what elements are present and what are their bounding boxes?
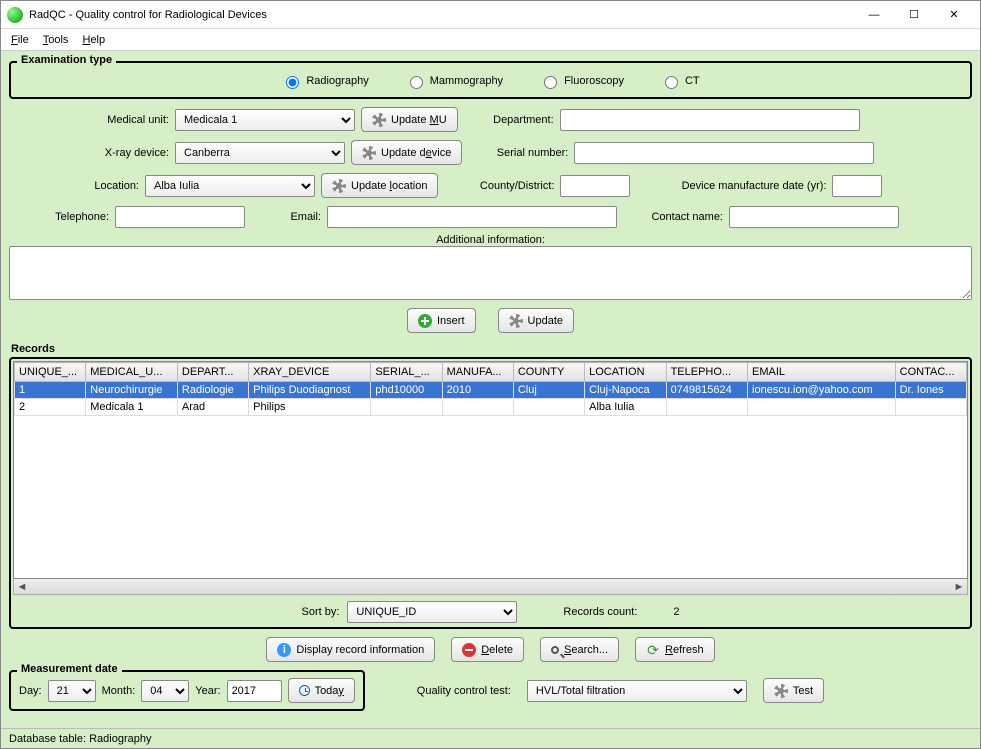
exam-type-legend: Examination type [17,54,116,66]
menu-help[interactable]: Help [82,34,105,46]
medical-unit-select[interactable]: Medicala 1 [175,109,355,131]
plus-icon [418,314,432,328]
serial-number-label: Serial number: [468,147,568,159]
clock-icon [299,685,310,696]
grid-header[interactable]: MEDICAL_U... [86,363,178,382]
xray-device-label: X-ray device: [9,147,169,159]
day-select[interactable]: 21 [48,680,96,702]
department-input[interactable] [560,109,860,131]
radio-mammography[interactable]: Mammography [405,73,503,89]
additional-info-textarea[interactable] [9,246,972,300]
county-label: County/District: [444,180,554,192]
update-location-button[interactable]: Update location [321,173,438,198]
menu-file[interactable]: File [11,34,29,46]
contact-name-input[interactable] [729,206,899,228]
measurement-date-fieldset: Measurement date Day: 21 Month: 04 Year:… [9,670,365,711]
serial-number-input[interactable] [574,142,874,164]
grid-header[interactable]: DEPART... [177,363,248,382]
county-input[interactable] [560,175,630,197]
additional-info-label: Additional information: [9,234,972,246]
manuf-date-label: Device manufacture date (yr): [636,180,826,192]
grid-header[interactable]: UNIQUE_... [15,363,86,382]
grid-header[interactable]: COUNTY [513,363,584,382]
radio-ct[interactable]: CT [660,73,700,89]
menu-tools[interactable]: Tools [43,34,69,46]
grid-header[interactable]: EMAIL [748,363,896,382]
qc-test-label: Quality control test: [381,685,511,697]
display-record-info-button[interactable]: iDisplay record information [266,637,435,662]
update-device-button[interactable]: Update device [351,140,462,165]
grid-header[interactable]: LOCATION [585,363,666,382]
day-label: Day: [19,685,42,697]
gear-icon [509,314,523,328]
manuf-date-input[interactable] [832,175,882,197]
test-button[interactable]: Test [763,678,824,703]
grid-header[interactable]: XRAY_DEVICE [249,363,371,382]
location-select[interactable]: Alba Iulia [145,175,315,197]
month-label: Month: [102,685,136,697]
gear-icon [372,113,386,127]
delete-button[interactable]: Delete [451,637,524,662]
grid-header[interactable]: SERIAL_... [371,363,442,382]
status-text: Database table: Radiography [9,733,151,745]
table-row[interactable]: 2Medicala 1AradPhilipsAlba Iulia [15,399,967,416]
grid-header[interactable]: TELEPHO... [666,363,747,382]
records-grid[interactable]: UNIQUE_...MEDICAL_U...DEPART...XRAY_DEVI… [13,361,968,579]
scroll-right-icon[interactable]: ► [951,580,967,594]
grid-horizontal-scrollbar[interactable]: ◄ ► [13,579,968,595]
measurement-date-legend: Measurement date [17,663,122,675]
gear-icon [774,684,788,698]
year-label: Year: [195,685,220,697]
email-label: Email: [251,211,321,223]
gear-icon [332,179,346,193]
email-input[interactable] [327,206,617,228]
maximize-button[interactable]: ☐ [894,3,934,27]
telephone-input[interactable] [115,206,245,228]
info-icon: i [277,643,291,657]
status-bar: Database table: Radiography [1,728,980,748]
grid-header[interactable]: CONTAC... [895,363,966,382]
qc-test-select[interactable]: HVL/Total filtration [527,680,747,702]
department-label: Department: [464,114,554,126]
window-title: RadQC - Quality control for Radiological… [29,9,854,21]
records-count-value: 2 [673,606,679,618]
titlebar: RadQC - Quality control for Radiological… [1,1,980,29]
medical-unit-label: Medical unit: [9,114,169,126]
grid-header[interactable]: MANUFA... [442,363,513,382]
delete-icon [462,643,476,657]
client-area: Examination type Radiography Mammography… [1,51,980,728]
year-input[interactable] [227,680,282,702]
xray-device-select[interactable]: Canberra [175,142,345,164]
exam-type-radios: Radiography Mammography Fluoroscopy CT [19,69,962,91]
close-button[interactable]: ✕ [934,3,974,27]
app-icon [7,7,23,23]
scroll-left-icon[interactable]: ◄ [14,580,30,594]
menubar: File Tools Help [1,29,980,51]
search-button[interactable]: Search... [540,637,619,662]
refresh-button[interactable]: ⟳Refresh [635,637,715,662]
update-mu-button[interactable]: Update MU [361,107,458,132]
telephone-label: Telephone: [9,211,109,223]
app-window: RadQC - Quality control for Radiological… [0,0,981,749]
radio-fluoroscopy[interactable]: Fluoroscopy [539,73,624,89]
radio-radiography[interactable]: Radiography [281,73,368,89]
today-button[interactable]: Today [288,678,355,703]
update-button[interactable]: Update [498,308,574,333]
refresh-icon: ⟳ [646,643,660,657]
month-select[interactable]: 04 [141,680,189,702]
gear-icon [362,146,376,160]
location-label: Location: [9,180,139,192]
table-row[interactable]: 1NeurochirurgieRadiologiePhilips Duodiag… [15,382,967,399]
records-legend: Records [11,343,972,355]
exam-type-fieldset: Examination type Radiography Mammography… [9,61,972,99]
minimize-button[interactable]: — [854,3,894,27]
sort-by-label: Sort by: [301,606,339,618]
records-fieldset: UNIQUE_...MEDICAL_U...DEPART...XRAY_DEVI… [9,357,972,629]
insert-button[interactable]: Insert [407,308,476,333]
sort-by-select[interactable]: UNIQUE_ID [347,601,517,623]
search-icon [551,646,559,654]
contact-name-label: Contact name: [623,211,723,223]
records-count-label: Records count: [563,606,637,618]
